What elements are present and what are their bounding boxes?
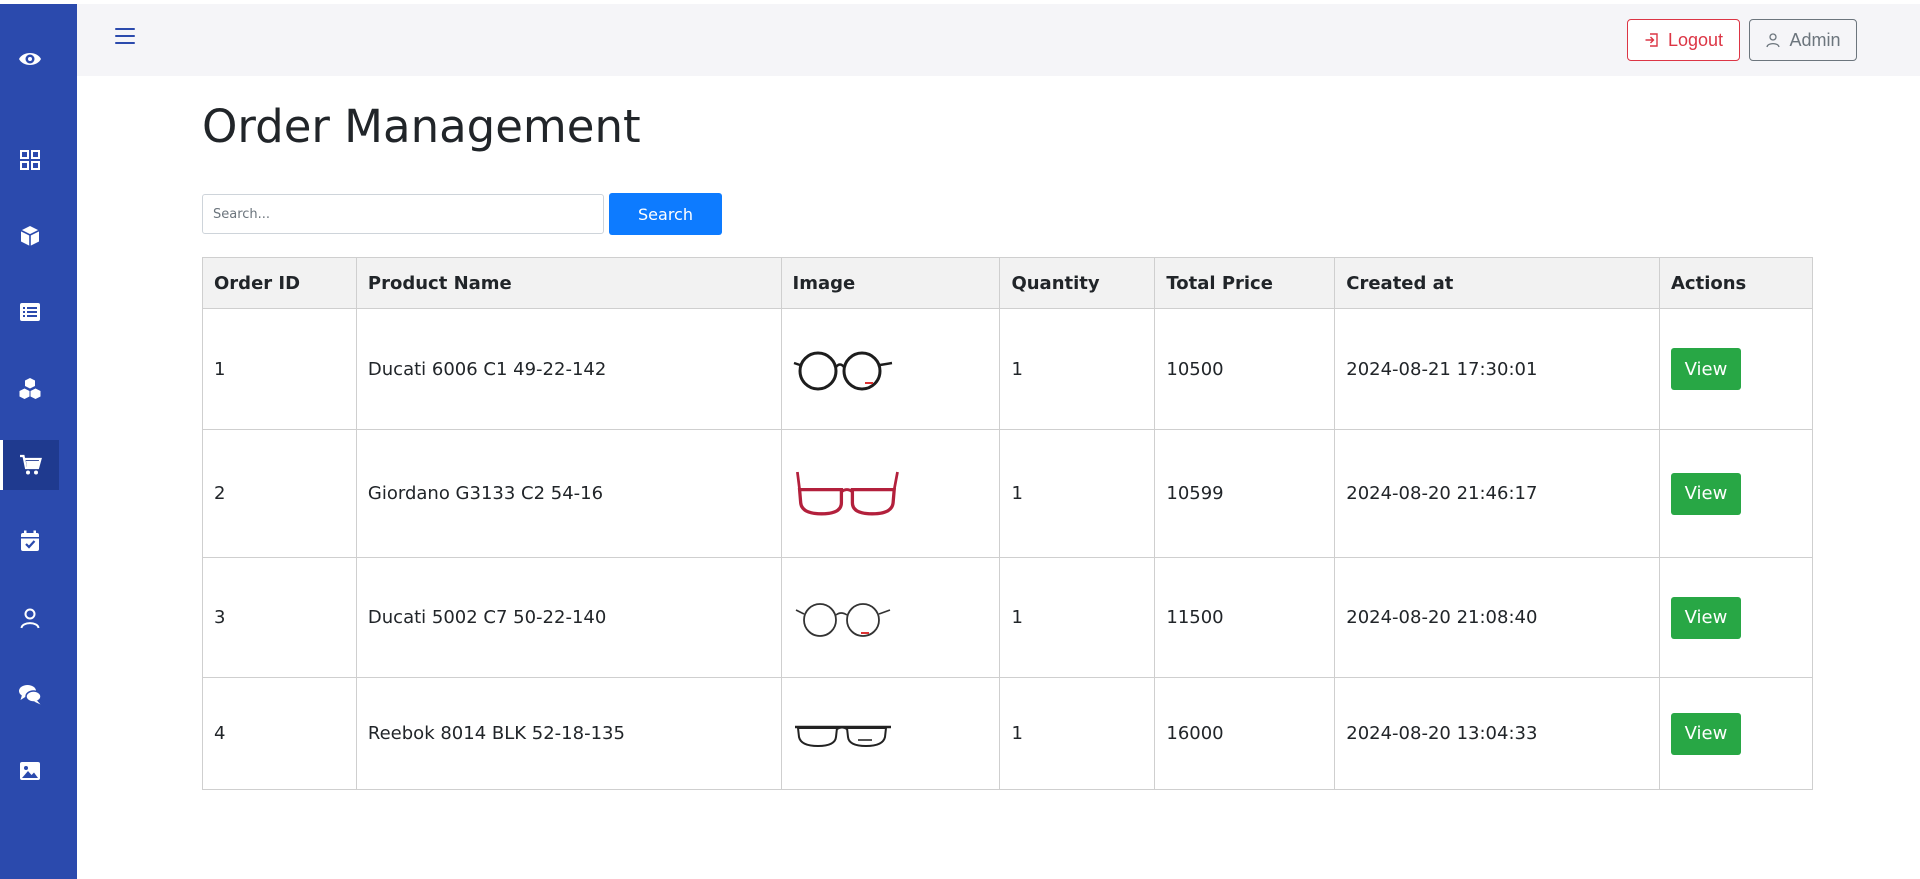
sidebar-item-gallery[interactable] bbox=[0, 746, 59, 796]
calendar-check-icon bbox=[20, 530, 39, 551]
column-header-image[interactable]: Image bbox=[780, 257, 1001, 309]
view-order-button[interactable]: View bbox=[1671, 348, 1741, 390]
sidebar-item-brand[interactable] bbox=[0, 34, 59, 84]
sidebar-item-messages[interactable] bbox=[0, 669, 59, 719]
product-name-cell: Reebok 8014 BLK 52-18-135 bbox=[355, 677, 782, 790]
quantity-cell: 1 bbox=[999, 308, 1156, 430]
quantity-cell: 1 bbox=[999, 677, 1156, 790]
total-price-cell: 10500 bbox=[1154, 308, 1336, 430]
image-cell bbox=[780, 308, 1001, 430]
table-header-row: Order ID Product Name Image Quantity Tot… bbox=[202, 257, 1813, 309]
cubes-icon bbox=[19, 378, 40, 399]
menu-toggle-icon[interactable] bbox=[115, 28, 135, 46]
image-cell bbox=[780, 677, 1001, 790]
order-id-cell: 2 bbox=[202, 429, 357, 558]
list-icon bbox=[19, 303, 40, 321]
total-price-cell: 11500 bbox=[1154, 557, 1336, 678]
created-at-cell: 2024-08-20 21:46:17 bbox=[1334, 429, 1660, 558]
round-thin-glasses-image bbox=[795, 602, 890, 637]
order-id-cell: 4 bbox=[202, 677, 357, 790]
image-icon bbox=[19, 762, 40, 780]
created-at-cell: 2024-08-20 13:04:33 bbox=[1334, 677, 1660, 790]
sidebar-item-list[interactable] bbox=[0, 287, 59, 337]
total-price-cell: 10599 bbox=[1154, 429, 1336, 558]
table-row: 4 Reebok 8014 BLK 52-18-135 1 16000 2024… bbox=[202, 677, 1813, 790]
column-header-order-id[interactable]: Order ID bbox=[202, 257, 357, 309]
sidebar-item-dashboard[interactable] bbox=[0, 135, 59, 185]
box-icon bbox=[20, 226, 39, 246]
admin-label: Admin bbox=[1789, 29, 1841, 50]
created-at-cell: 2024-08-20 21:08:40 bbox=[1334, 557, 1660, 678]
sidebar-item-appointments[interactable] bbox=[0, 516, 59, 566]
dashboard-icon bbox=[19, 150, 40, 170]
column-header-created-at[interactable]: Created at bbox=[1334, 257, 1660, 309]
table-row: 3 Ducati 5002 C7 50-22-140 1 11500 2024-… bbox=[202, 557, 1813, 678]
order-id-cell: 1 bbox=[202, 308, 357, 430]
sidebar-item-products[interactable] bbox=[0, 211, 59, 261]
logout-icon bbox=[1645, 33, 1658, 47]
product-name-cell: Giordano G3133 C2 54-16 bbox=[355, 429, 782, 558]
view-order-button[interactable]: View bbox=[1671, 712, 1741, 755]
view-order-button[interactable]: View bbox=[1671, 472, 1741, 515]
order-id-cell: 3 bbox=[202, 557, 357, 678]
actions-cell: View bbox=[1659, 677, 1813, 790]
quantity-cell: 1 bbox=[999, 429, 1156, 558]
actions-cell: View bbox=[1659, 308, 1813, 430]
rectangular-red-glasses-image bbox=[795, 471, 899, 515]
column-header-quantity[interactable]: Quantity bbox=[999, 257, 1156, 309]
search-button[interactable]: Search bbox=[609, 193, 722, 235]
comments-icon bbox=[18, 685, 42, 705]
column-header-total-price[interactable]: Total Price bbox=[1154, 257, 1336, 309]
eye-icon bbox=[18, 53, 41, 65]
round-black-glasses-image bbox=[793, 351, 892, 391]
cart-icon bbox=[20, 454, 42, 475]
total-price-cell: 16000 bbox=[1154, 677, 1336, 790]
view-order-button[interactable]: View bbox=[1671, 596, 1741, 639]
table-row: 2 Giordano G3133 C2 54-16 1 10599 2024-0… bbox=[202, 429, 1813, 558]
quantity-cell: 1 bbox=[999, 557, 1156, 678]
table-row: 1 Ducati 6006 C1 49-22-142 1 10500 2024-… bbox=[202, 308, 1813, 430]
sidebar bbox=[0, 4, 77, 879]
orders-table: Order ID Product Name Image Quantity Tot… bbox=[202, 257, 1813, 790]
sidebar-item-orders[interactable] bbox=[0, 440, 59, 490]
actions-cell: View bbox=[1659, 429, 1813, 558]
sidebar-item-users[interactable] bbox=[0, 593, 59, 643]
logout-button[interactable]: Logout bbox=[1627, 19, 1740, 61]
admin-button[interactable]: Admin bbox=[1749, 19, 1857, 61]
page-title: Order Management bbox=[202, 100, 641, 153]
user-icon bbox=[1766, 33, 1781, 48]
search-input[interactable] bbox=[202, 194, 604, 234]
user-icon bbox=[20, 608, 39, 629]
top-bar: Logout Admin bbox=[77, 4, 1920, 76]
sidebar-item-inventory[interactable] bbox=[0, 364, 59, 414]
column-header-product-name[interactable]: Product Name bbox=[355, 257, 782, 309]
column-header-actions[interactable]: Actions bbox=[1659, 257, 1813, 309]
created-at-cell: 2024-08-21 17:30:01 bbox=[1334, 308, 1660, 430]
image-cell bbox=[780, 429, 1001, 558]
logout-label: Logout bbox=[1667, 29, 1724, 50]
actions-cell: View bbox=[1659, 557, 1813, 678]
product-name-cell: Ducati 5002 C7 50-22-140 bbox=[355, 557, 782, 678]
rectangular-black-glasses-image bbox=[794, 725, 891, 747]
image-cell bbox=[780, 557, 1001, 678]
product-name-cell: Ducati 6006 C1 49-22-142 bbox=[355, 308, 782, 430]
